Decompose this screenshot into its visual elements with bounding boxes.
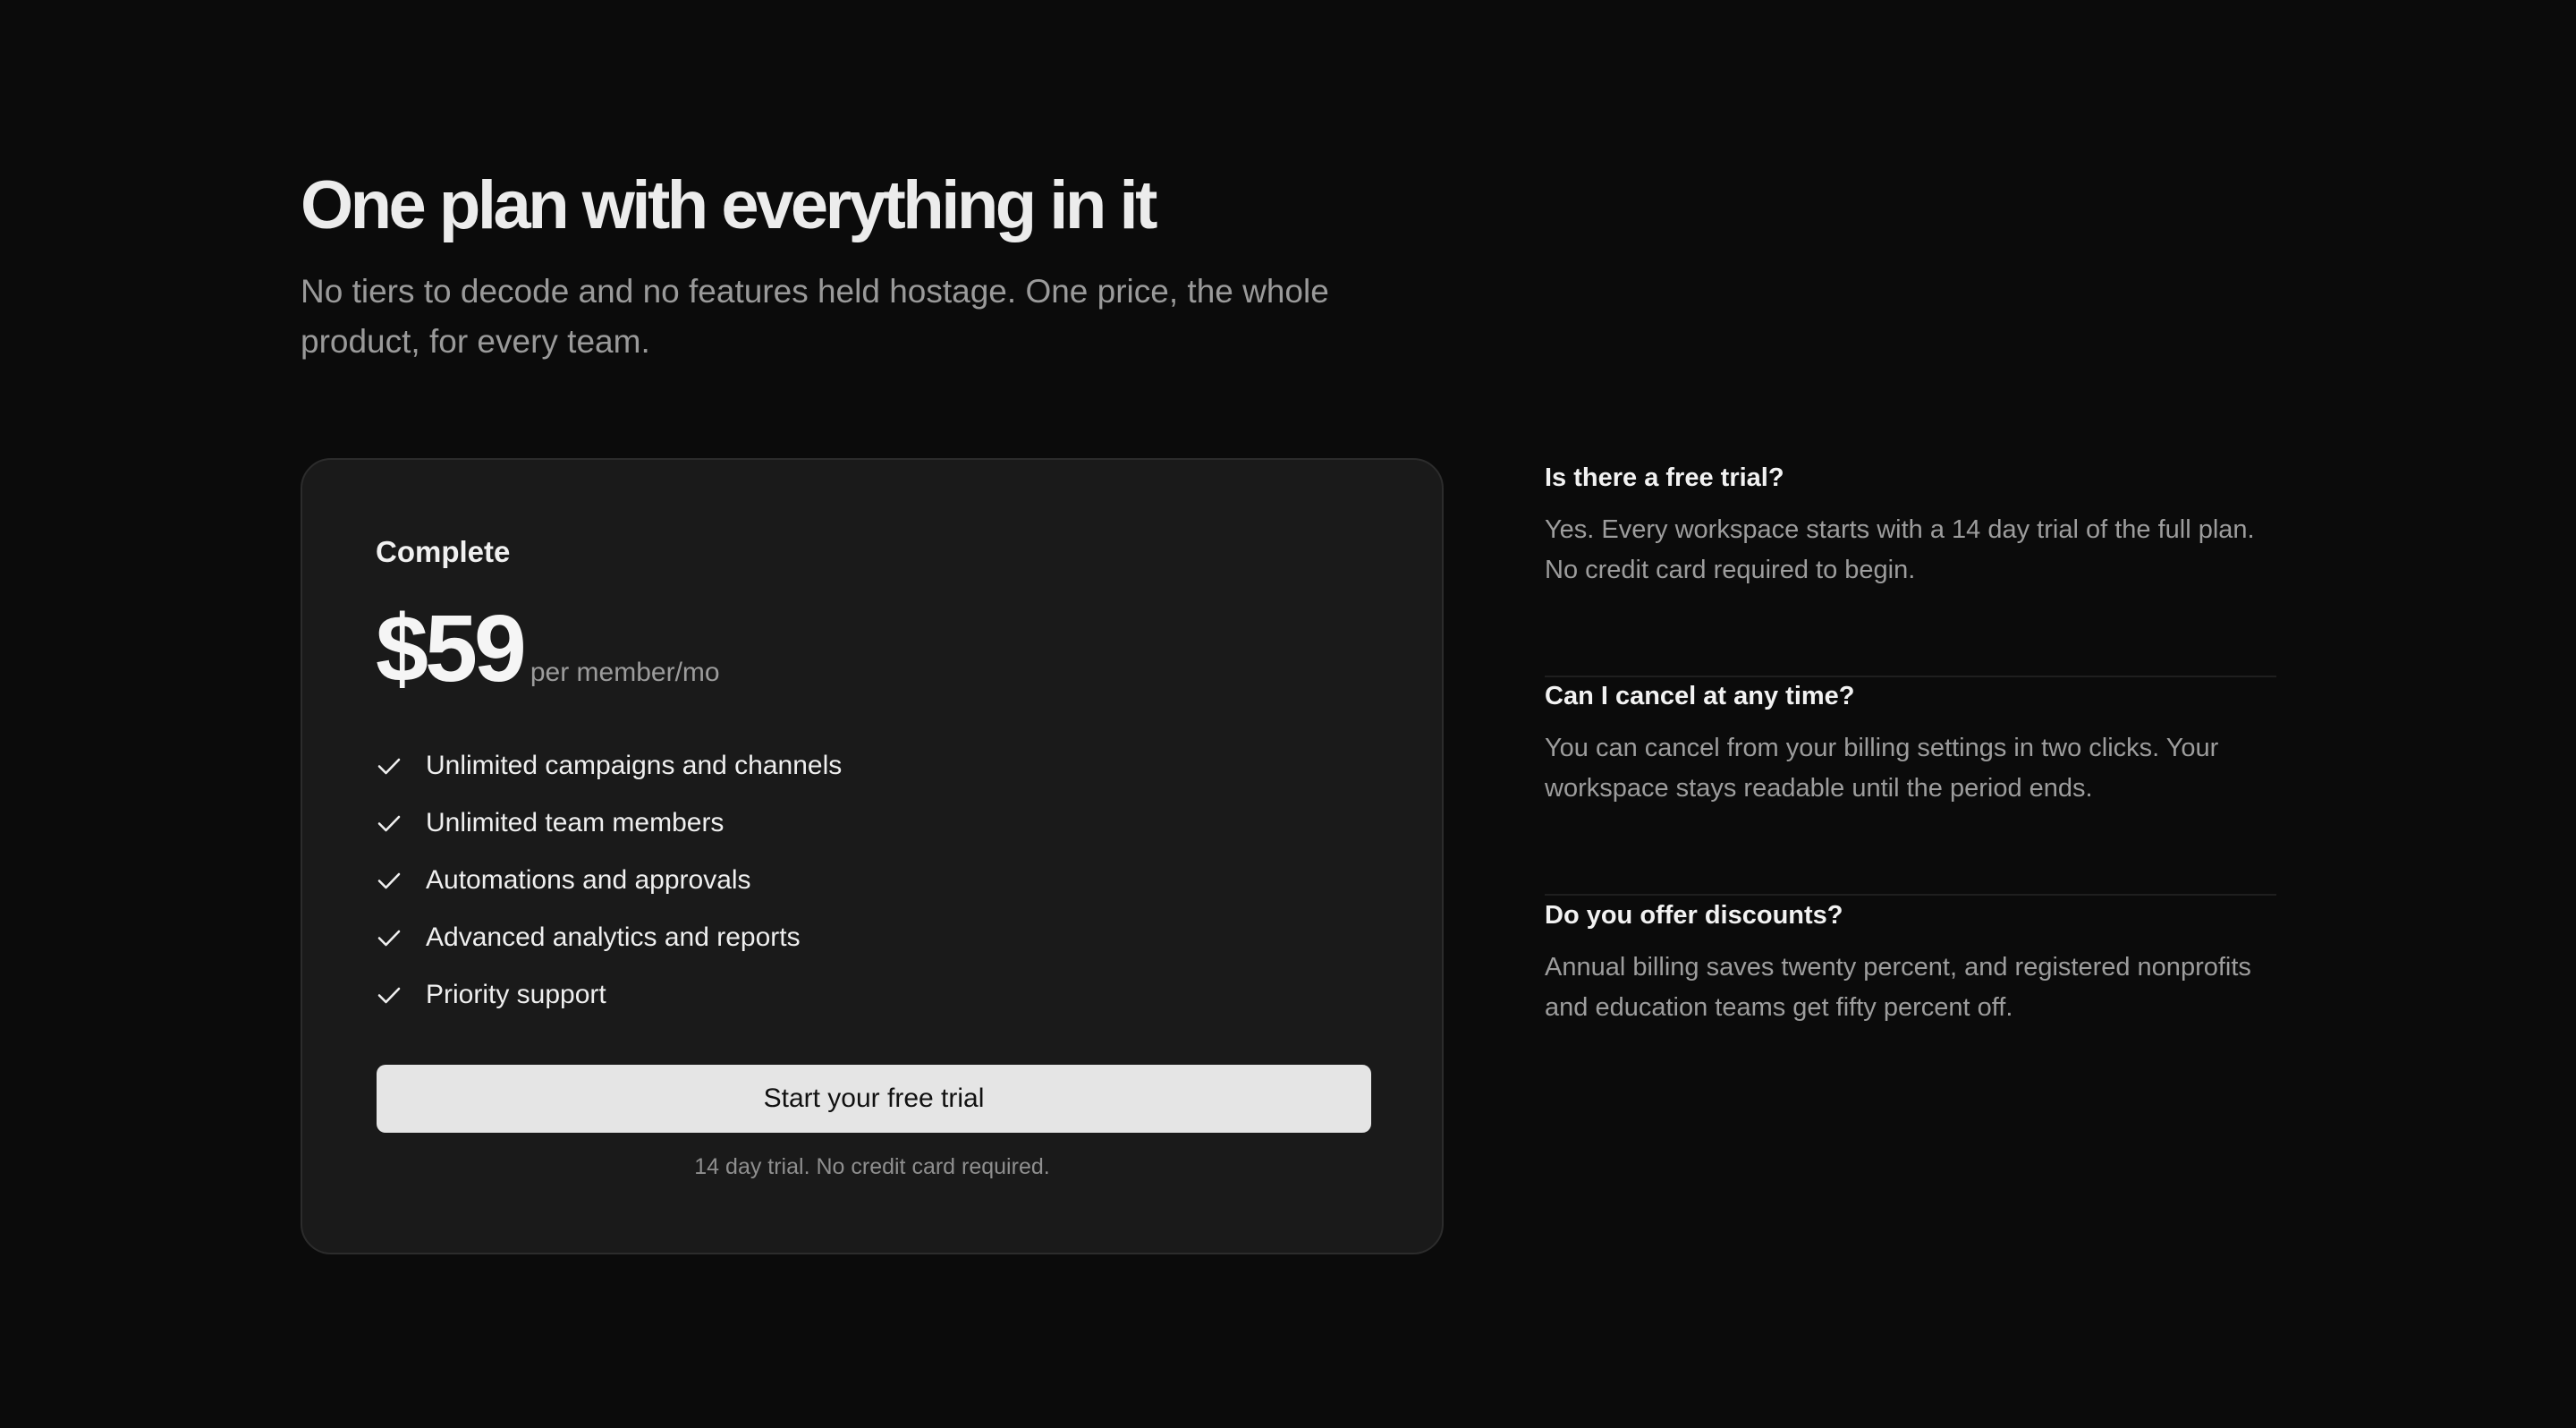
feature-list: Unlimited campaigns and channels Unlimit… xyxy=(376,737,842,1024)
check-icon xyxy=(376,982,402,1008)
feature-label: Unlimited team members xyxy=(426,808,724,837)
feature-item: Automations and approvals xyxy=(376,852,842,909)
faq-answer: Annual billing saves twenty percent, and… xyxy=(1545,953,2251,1022)
pricing-page: One plan with everything in it No tiers … xyxy=(0,0,2576,1428)
feature-item: Priority support xyxy=(376,966,842,1024)
faq-question: Do you offer discounts? xyxy=(1545,901,1843,930)
check-icon xyxy=(376,924,402,951)
faq-question: Is there a free trial? xyxy=(1545,463,1784,492)
start-trial-button[interactable]: Start your free trial xyxy=(377,1065,1371,1133)
feature-label: Advanced analytics and reports xyxy=(426,922,801,952)
plan-price: $59 xyxy=(376,596,527,701)
plan-card: Complete $59 per member/mo Unlimited cam… xyxy=(301,458,1444,1254)
check-icon xyxy=(376,752,402,779)
plan-name: Complete xyxy=(376,535,511,568)
check-icon xyxy=(376,810,402,837)
check-icon xyxy=(376,867,402,894)
feature-label: Priority support xyxy=(426,980,606,1009)
faq-answer: You can cancel from your billing setting… xyxy=(1545,734,2219,803)
page-subtitle: No tiers to decode and no features held … xyxy=(301,273,1329,360)
trial-note: 14 day trial. No credit card required. xyxy=(694,1154,1050,1179)
faq-item: Can I cancel at any time? You can cancel… xyxy=(1545,676,2276,896)
feature-item: Unlimited campaigns and channels xyxy=(376,737,842,795)
page-title: One plan with everything in it xyxy=(301,167,1157,243)
faq-item: Do you offer discounts? Annual billing s… xyxy=(1545,896,2276,1115)
faq-item: Is there a free trial? Yes. Every worksp… xyxy=(1545,458,2276,677)
pricing-header: One plan with everything in it No tiers … xyxy=(301,161,1463,367)
feature-item: Advanced analytics and reports xyxy=(376,909,842,966)
feature-item: Unlimited team members xyxy=(376,795,842,852)
feature-label: Unlimited campaigns and channels xyxy=(426,751,843,780)
feature-label: Automations and approvals xyxy=(426,865,751,895)
price-unit: per member/mo xyxy=(530,658,720,687)
faq-question: Can I cancel at any time? xyxy=(1545,682,1855,710)
price-row: $59 per member/mo xyxy=(376,591,720,707)
faq-answer: Yes. Every workspace starts with a 14 da… xyxy=(1545,515,2255,584)
